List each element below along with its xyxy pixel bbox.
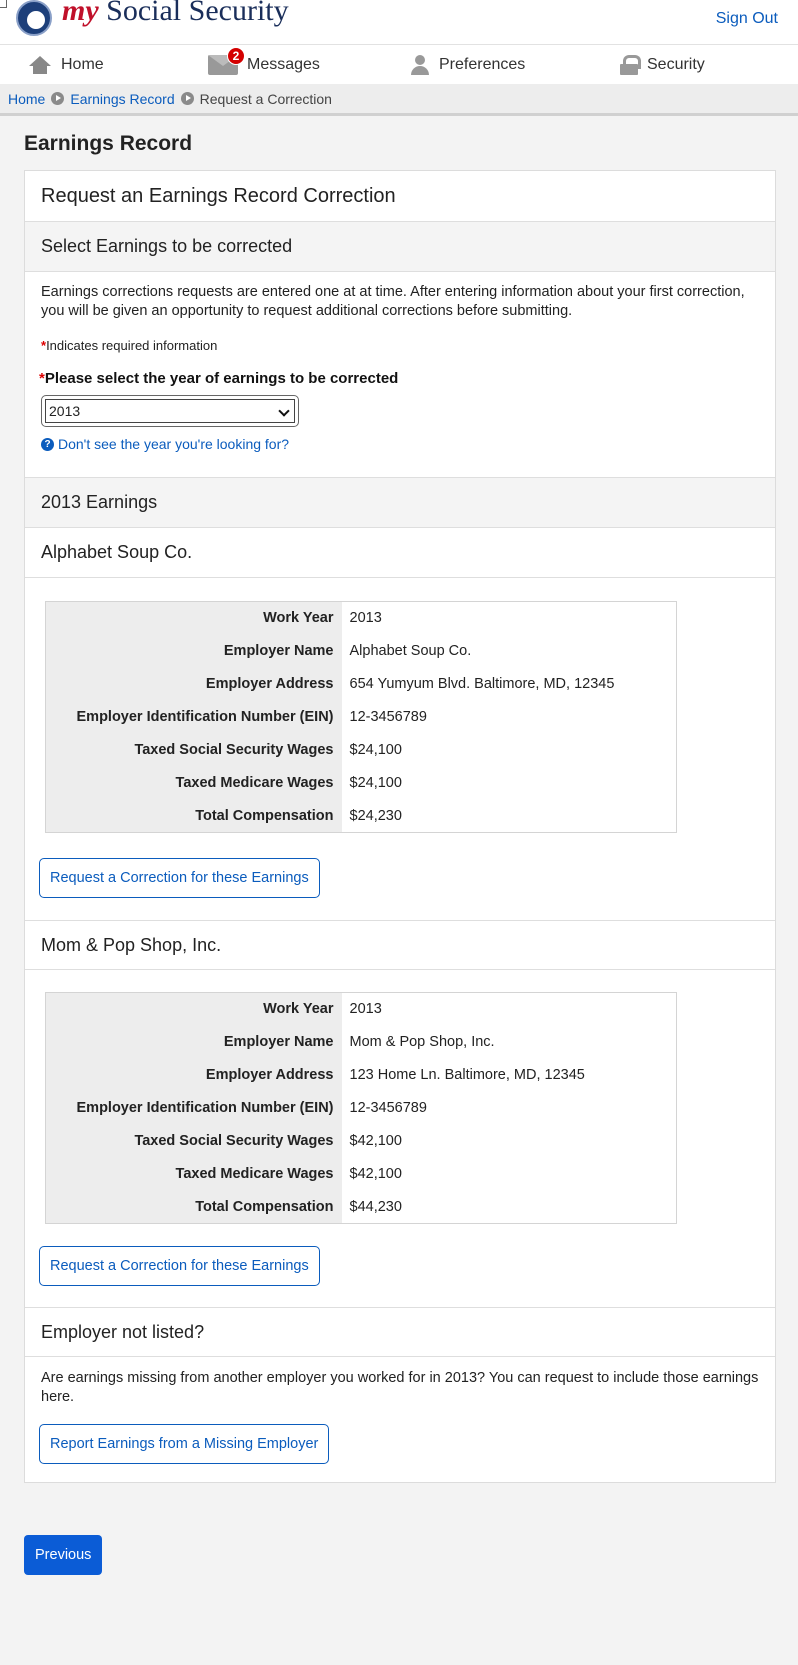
table-row: Employer Name Mom & Pop Shop, Inc. [45, 1025, 677, 1059]
year-select-value[interactable]: 2013 [45, 399, 295, 423]
required-note: *Indicates required information [41, 338, 218, 353]
chevron-right-icon [180, 92, 194, 105]
nav-item-security[interactable]: Security [620, 45, 705, 85]
breadcrumb-earnings-record-link[interactable]: Earnings Record [70, 91, 174, 107]
nav-item-home[interactable]: Home [28, 45, 104, 85]
employer-header: Mom & Pop Shop, Inc. [25, 920, 775, 970]
table-row: Work Year 2013 [45, 992, 677, 1026]
table-row: Employer Address 654 Yumyum Blvd. Baltimo… [45, 667, 677, 701]
window-corner-icon [0, 0, 7, 8]
employer-earnings-table: Work Year 2013 Employer Name Mom & Pop Sho… [45, 992, 677, 1224]
missing-year-help-link[interactable]: ? Don't see the year you're looking for? [41, 436, 289, 452]
site-header: my Social Security Sign Out [0, 0, 798, 44]
table-row: Employer Identification Number (EIN) 12-3… [45, 700, 677, 734]
chevron-down-icon [278, 405, 290, 417]
employer-header: Alphabet Soup Co. [25, 528, 775, 578]
table-row: Taxed Social Security Wages $42,100 [45, 1124, 677, 1158]
nav-item-preferences[interactable]: Preferences [410, 45, 525, 85]
card-header: Request an Earnings Record Correction [25, 171, 775, 222]
table-row: Work Year 2013 [45, 601, 677, 635]
main-nav: Home 2 Messages Preferences Security [0, 44, 798, 84]
table-row: Taxed Social Security Wages $24,100 [45, 733, 677, 767]
envelope-icon: 2 [208, 47, 245, 75]
home-icon [28, 56, 52, 74]
employer-name-heading: Alphabet Soup Co. [41, 542, 193, 562]
breadcrumb-current: Request a Correction [199, 90, 332, 107]
employer-earnings-table: Work Year 2013 Employer Name Alphabet Soup… [45, 601, 677, 833]
user-icon [410, 55, 430, 75]
table-row: Employer Name Alphabet Soup Co. [45, 634, 677, 668]
chevron-right-icon [51, 92, 65, 105]
missing-employer-text: Are earnings missing from another employ… [41, 1370, 759, 1405]
nav-label-preferences: Preferences [439, 56, 526, 73]
messages-count-badge: 2 [227, 47, 245, 65]
select-section-title: Select Earnings to be corrected [41, 236, 293, 256]
nav-label-security: Security [647, 56, 705, 73]
nav-label-messages: Messages [247, 56, 320, 73]
table-row: Taxed Medicare Wages $42,100 [45, 1157, 677, 1191]
breadcrumb-home-link[interactable]: Home [8, 91, 45, 107]
earnings-section-title: 2013 Earnings [41, 492, 158, 512]
year-field-label: *Please select the year of earnings to b… [39, 370, 399, 387]
missing-employer-title: Employer not listed? [41, 1322, 205, 1342]
question-icon: ? [41, 437, 54, 451]
request-correction-button[interactable]: Request a Correction for these Earnings [39, 1246, 320, 1286]
nav-item-messages[interactable]: 2 Messages [208, 45, 320, 85]
year-select[interactable]: 2013 [41, 395, 299, 427]
report-missing-employer-button[interactable]: Report Earnings from a Missing Employer [39, 1424, 330, 1464]
sign-out-link[interactable]: Sign Out [716, 10, 778, 28]
request-correction-button[interactable]: Request a Correction for these Earnings [39, 858, 320, 898]
employer-name-heading: Mom & Pop Shop, Inc. [41, 935, 222, 955]
table-row: Total Compensation $24,230 [45, 799, 677, 833]
table-row: Total Compensation $44,230 [45, 1190, 677, 1224]
ssa-seal-logo[interactable] [16, 0, 52, 36]
intro-text: Earnings corrections requests are entere… [41, 284, 745, 319]
site-logo-text[interactable]: my Social Security [62, 0, 289, 28]
earnings-section-header: 2013 Earnings [25, 477, 775, 528]
nav-label-home: Home [61, 56, 104, 73]
card-title: Request an Earnings Record Correction [41, 185, 396, 207]
correction-card: Request an Earnings Record Correction Se… [24, 170, 776, 1483]
previous-button[interactable]: Previous [24, 1535, 103, 1575]
select-section-header: Select Earnings to be corrected [25, 222, 775, 272]
missing-employer-header: Employer not listed? [25, 1307, 775, 1357]
table-row: Employer Identification Number (EIN) 12-3… [45, 1091, 677, 1125]
table-row: Employer Address 123 Home Ln. Baltimore, … [45, 1058, 677, 1092]
page-title: Earnings Record [24, 132, 193, 155]
table-row: Taxed Medicare Wages $24,100 [45, 766, 677, 800]
lock-icon [620, 55, 641, 75]
breadcrumb: Home Earnings Record Request a Correctio… [0, 84, 798, 116]
